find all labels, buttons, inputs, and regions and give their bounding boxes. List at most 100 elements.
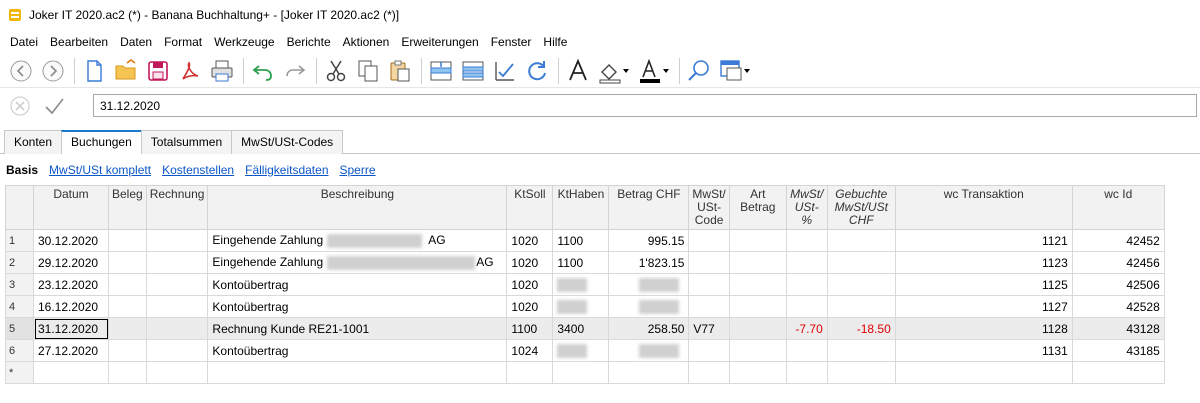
cell-gebuchte-mwst[interactable]: -18.50 [826,317,896,340]
column-header-betrag[interactable]: Betrag CHF [608,185,690,230]
cell-wc-transaktion[interactable]: 1131 [894,339,1073,362]
cell-datum[interactable]: 30.12.2020 [33,229,109,252]
cell-beleg[interactable] [108,295,147,318]
cell-wc-transaktion[interactable]: 1125 [894,273,1073,296]
menu-datei[interactable]: Datei [4,35,44,49]
cell-datum[interactable]: 29.12.2020 [33,251,109,274]
column-header-ktsoll[interactable]: KtSoll [506,185,554,230]
cell-kthaben[interactable] [552,361,610,384]
table-row[interactable]: 4 16.12.2020 Kontoübertrag 1020 1127 425… [5,295,1165,318]
menu-berichte[interactable]: Berichte [281,35,337,49]
cell-wc-transaktion[interactable]: 1123 [894,251,1073,274]
menu-werkzeuge[interactable]: Werkzeuge [208,35,280,49]
tab-totalsummen[interactable]: Totalsummen [140,130,233,154]
back-icon[interactable] [6,56,36,86]
cell-rechnung[interactable] [145,317,209,340]
undo-icon[interactable] [248,56,278,86]
search-icon[interactable] [684,56,714,86]
cell-beleg[interactable] [108,317,147,340]
cell-betrag[interactable] [608,361,690,384]
cut-icon[interactable] [321,56,351,86]
cell-mwst-pct[interactable] [785,339,828,362]
checklist-icon[interactable] [490,56,520,86]
cell-art-betrag[interactable] [728,317,787,340]
column-header-beschreibung[interactable]: Beschreibung [207,185,508,230]
open-folder-icon[interactable] [111,56,141,86]
cell-kthaben[interactable]: 1100 [552,229,610,252]
cell-mwst-pct[interactable] [785,273,828,296]
cell-mwst-pct[interactable] [785,295,828,318]
cell-wc-transaktion[interactable]: 1121 [894,229,1073,252]
cell-wc-transaktion[interactable]: 1128 [894,317,1073,340]
cell-art-betrag[interactable] [728,229,787,252]
window-icon[interactable] [716,56,754,86]
cell-wc-id[interactable] [1071,361,1165,384]
text-color-icon[interactable] [635,56,673,86]
insert-row-icon[interactable] [426,56,456,86]
redo-icon[interactable] [280,56,310,86]
cell-rechnung[interactable] [145,229,209,252]
column-header-mwst-code[interactable]: MwSt/ USt-Code [688,185,730,230]
cell-beschreibung[interactable]: Kontoübertrag [207,295,508,318]
cell-art-betrag[interactable] [728,339,787,362]
paste-icon[interactable] [385,56,415,86]
cell-wc-id[interactable]: 42506 [1071,273,1165,296]
cell-ktsoll[interactable]: 1020 [506,251,554,274]
cell-art-betrag[interactable] [728,251,787,274]
forward-icon[interactable] [38,56,68,86]
cell-mwst-code[interactable] [688,339,730,362]
cell-mwst-pct[interactable] [785,251,828,274]
tab-buchungen[interactable]: Buchungen [61,130,142,154]
save-icon[interactable] [143,56,173,86]
new-file-icon[interactable] [79,56,109,86]
cell-beleg[interactable] [108,251,147,274]
cell-beschreibung[interactable]: Kontoübertrag [207,339,508,362]
menu-format[interactable]: Format [158,35,208,49]
cell-kthaben[interactable]: 1100 [552,251,610,274]
cell-kthaben[interactable] [552,273,610,296]
refresh-icon[interactable] [522,56,552,86]
cell-betrag[interactable]: 1'823.15 [608,251,690,274]
cancel-edit-icon[interactable] [6,92,34,120]
view-kostenstellen[interactable]: Kostenstellen [162,163,234,177]
print-icon[interactable] [207,56,237,86]
menu-bearbeiten[interactable]: Bearbeiten [44,35,114,49]
confirm-edit-icon[interactable] [40,92,68,120]
cell-datum[interactable]: 27.12.2020 [33,339,109,362]
table-row-selected[interactable]: 5 31.12.2020 Rechnung Kunde RE21-1001 11… [5,317,1165,340]
cell-gebuchte-mwst[interactable] [826,361,896,384]
cell-gebuchte-mwst[interactable] [826,251,896,274]
cell-ktsoll[interactable]: 1020 [506,229,554,252]
cell-rechnung[interactable] [145,339,209,362]
cell-wc-id[interactable]: 42528 [1071,295,1165,318]
cell-rechnung[interactable] [145,251,209,274]
cell-ktsoll[interactable] [506,361,554,384]
cell-ktsoll[interactable]: 1020 [506,295,554,318]
cell-wc-transaktion[interactable]: 1127 [894,295,1073,318]
cell-beschreibung[interactable]: Rechnung Kunde RE21-1001 [207,317,508,340]
cell-rechnung[interactable] [145,295,209,318]
cell-mwst-pct[interactable] [785,229,828,252]
cell-beschreibung[interactable] [207,361,508,384]
column-header-art-betrag[interactable]: Art Betrag [728,185,787,230]
cell-wc-id[interactable]: 42456 [1071,251,1165,274]
cell-beleg[interactable] [108,229,147,252]
cell-mwst-pct[interactable] [785,361,828,384]
cell-gebuchte-mwst[interactable] [826,339,896,362]
pdf-icon[interactable] [175,56,205,86]
cell-art-betrag[interactable] [728,361,787,384]
cell-kthaben[interactable] [552,295,610,318]
cell-wc-id[interactable]: 43185 [1071,339,1165,362]
cell-mwst-code[interactable] [688,361,730,384]
tab-mwst-codes[interactable]: MwSt/USt-Codes [231,130,344,154]
cell-betrag[interactable] [608,339,690,362]
cell-rechnung[interactable] [145,273,209,296]
menu-daten[interactable]: Daten [114,35,158,49]
cell-ktsoll[interactable]: 1024 [506,339,554,362]
menu-aktionen[interactable]: Aktionen [337,35,396,49]
cell-beschreibung[interactable]: Kontoübertrag [207,273,508,296]
cell-mwst-code[interactable] [688,295,730,318]
cell-ktsoll[interactable]: 1020 [506,273,554,296]
copy-icon[interactable] [353,56,383,86]
column-header-wc-transaktion[interactable]: wc Transaktion [894,185,1073,230]
